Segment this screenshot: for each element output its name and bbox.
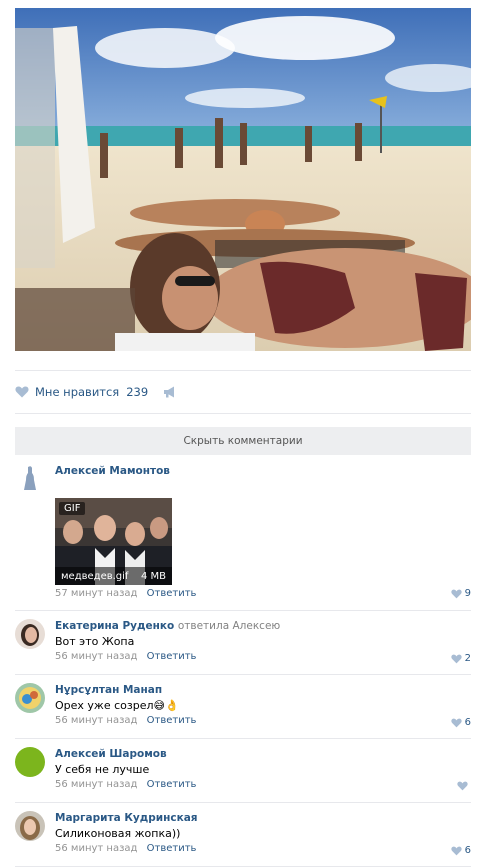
gif-size: 4 MB — [140, 570, 166, 582]
comment-author[interactable]: Алексей Мамонтов — [55, 464, 471, 478]
reply-button[interactable]: Ответить — [147, 651, 197, 662]
comment-like-button[interactable]: 9 — [450, 588, 471, 599]
megaphone-icon[interactable] — [163, 386, 177, 398]
heart-icon — [457, 781, 468, 791]
avatar[interactable] — [15, 747, 45, 777]
gif-badge: GIF — [59, 502, 86, 515]
comment-author[interactable]: Нұрсұлтан Манап — [55, 683, 471, 697]
comment-time[interactable]: 56 минут назад — [55, 779, 137, 790]
like-label: Мне нравится — [35, 385, 120, 399]
comment-like-button[interactable]: 6 — [450, 845, 471, 856]
comment-like-button[interactable]: 6 — [450, 717, 471, 728]
comment-author: Екатерина Руденко ответила Алексею — [55, 619, 471, 633]
gif-attachment[interactable]: GIF медведев.gif 4 MB — [55, 498, 172, 585]
author-link[interactable]: Екатерина Руденко — [55, 620, 174, 632]
post-action-bar: Мне нравится 239 — [15, 380, 177, 404]
heart-icon — [450, 654, 462, 663]
comment-text: Орех уже созрел😅👌 — [55, 699, 179, 712]
comment-meta: 57 минут назад Ответить — [55, 587, 196, 601]
reply-button[interactable]: Ответить — [147, 843, 197, 854]
comment-like-count: 2 — [464, 653, 471, 664]
avatar[interactable] — [15, 811, 45, 841]
comment-time[interactable]: 56 минут назад — [55, 715, 137, 726]
comment-author[interactable]: Маргарита Кудринская — [55, 811, 471, 825]
comment-meta: 56 минут назад Ответить — [55, 778, 471, 792]
heart-icon — [450, 718, 462, 727]
reply-button[interactable]: Ответить — [147, 588, 197, 599]
comment: Алексей Шаромов У себя не лучше 56 минут… — [15, 747, 471, 797]
reply-button[interactable]: Ответить — [147, 779, 197, 790]
comment-time[interactable]: 56 минут назад — [55, 843, 137, 854]
comment-text: Вот это Жопа — [55, 635, 135, 648]
heart-icon — [15, 386, 29, 398]
comment: Екатерина Руденко ответила Алексею Вот э… — [15, 619, 471, 669]
comment-text: У себя не лучше — [55, 763, 150, 776]
comment-meta: 56 минут назад Ответить — [55, 842, 471, 856]
post-photo[interactable] — [15, 8, 471, 351]
comment-like-button[interactable]: 2 — [450, 653, 471, 664]
comment-time[interactable]: 56 минут назад — [55, 651, 137, 662]
comment-time[interactable]: 57 минут назад — [55, 588, 137, 599]
comment-like-count: 6 — [464, 717, 471, 728]
comment-meta: 56 минут назад Ответить — [55, 650, 471, 664]
like-count: 239 — [126, 385, 149, 399]
gif-filename: медведев.gif — [61, 570, 129, 582]
avatar[interactable] — [15, 619, 45, 649]
hide-comments-button[interactable]: Скрыть комментарии — [15, 427, 471, 455]
reply-to-label[interactable]: ответила Алексею — [178, 620, 280, 632]
comment-meta: 56 минут назад Ответить — [55, 714, 471, 728]
like-button[interactable]: Мне нравится 239 — [15, 385, 148, 399]
comment-author[interactable]: Алексей Шаромов — [55, 747, 471, 761]
comment-like-count: 9 — [464, 588, 471, 599]
comment-like-button[interactable] — [457, 781, 471, 791]
gif-caption: медведев.gif 4 MB — [55, 567, 172, 585]
comment: Маргарита Кудринская Силиконовая жопка))… — [15, 811, 471, 861]
reply-button[interactable]: Ответить — [147, 715, 197, 726]
comment-text: Силиконовая жопка)) — [55, 827, 181, 840]
heart-icon — [450, 846, 462, 855]
avatar[interactable] — [15, 464, 45, 494]
comment: Алексей Мамонтов GIF медведев.gif 4 MB 5… — [15, 464, 471, 604]
heart-icon — [450, 589, 462, 598]
comment-like-count: 6 — [464, 845, 471, 856]
comment: Нұрсұлтан Манап Орех уже созрел😅👌 56 мин… — [15, 683, 471, 733]
avatar[interactable] — [15, 683, 45, 713]
